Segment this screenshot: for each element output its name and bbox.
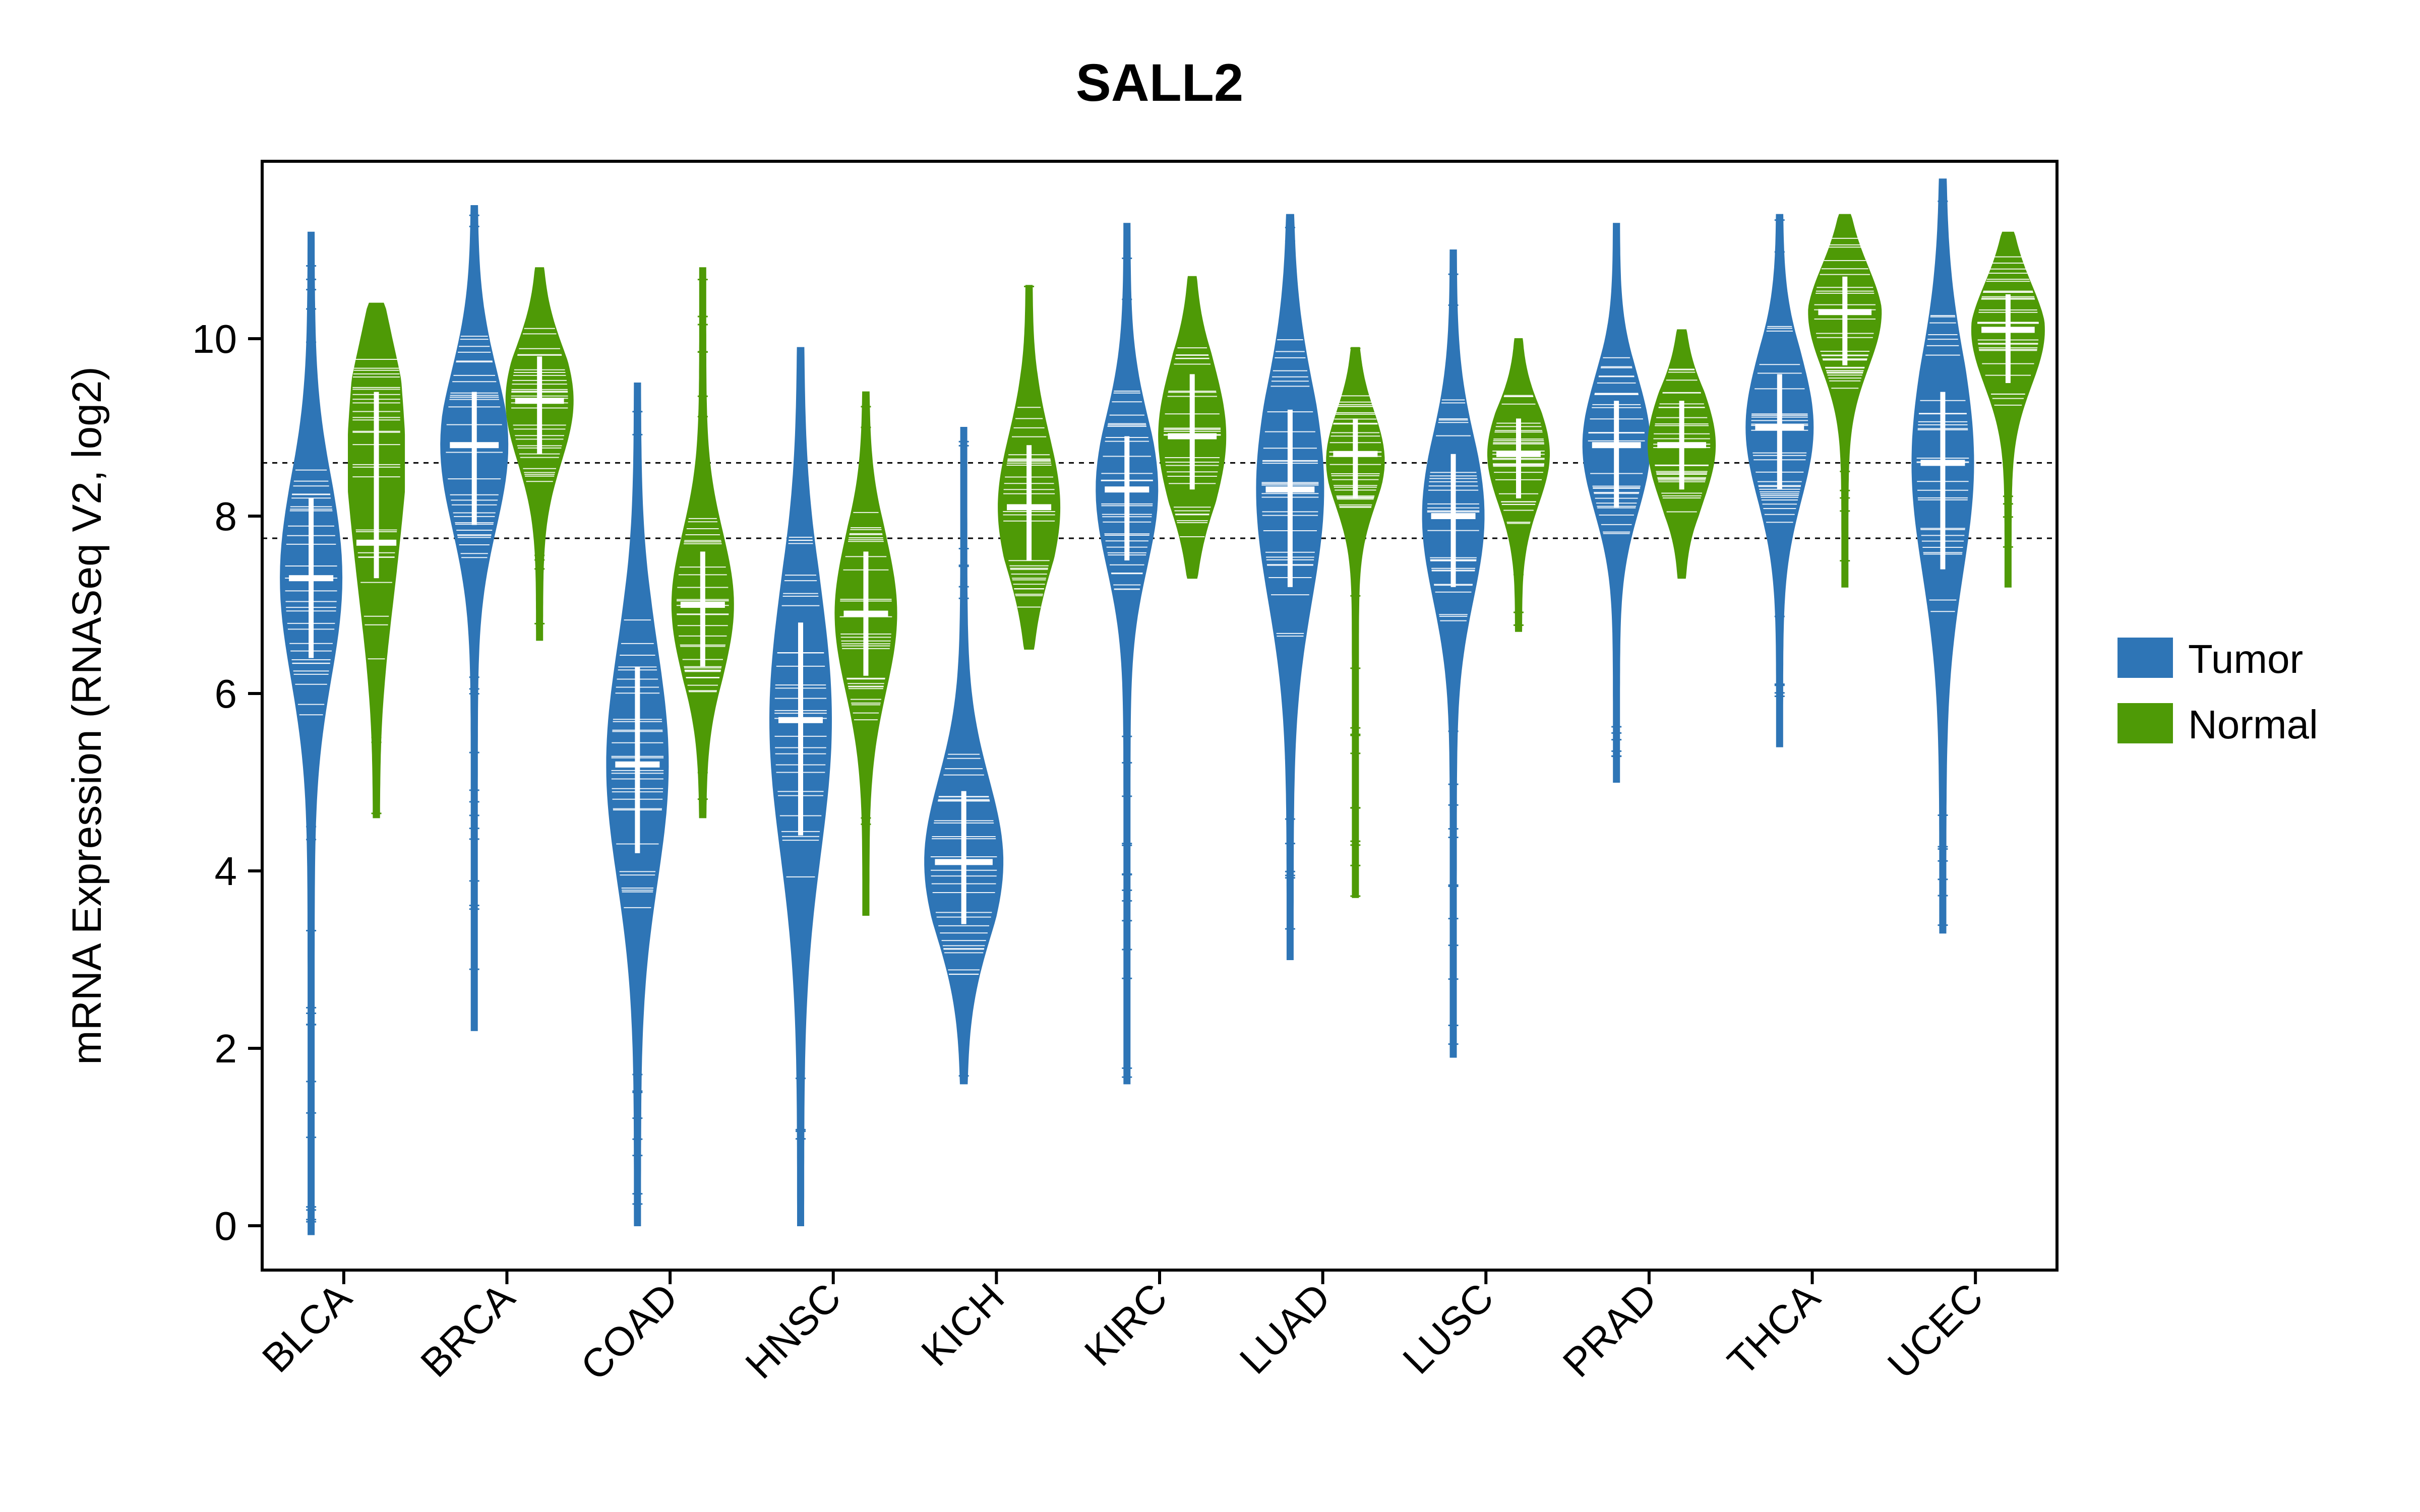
- violin-iqr-box: [1353, 418, 1358, 498]
- page: { "chart_data": { "type": "violin", "tit…: [0, 0, 2420, 1512]
- y-tick-label: 4: [215, 849, 237, 894]
- y-tick-label: 10: [192, 317, 237, 361]
- legend-label: Tumor: [2188, 637, 2303, 681]
- violin-median: [356, 540, 396, 546]
- violin-median: [1592, 442, 1641, 448]
- violin-chart: SALL27.758.60246810mRNA Expression (RNAS…: [0, 0, 2420, 1512]
- y-tick-label: 2: [215, 1026, 237, 1071]
- y-tick-label: 8: [215, 494, 237, 539]
- violin-iqr-box: [635, 667, 640, 853]
- violin-iqr-box: [1451, 454, 1456, 587]
- y-tick-label: 0: [215, 1204, 237, 1248]
- violin-median: [1168, 433, 1217, 439]
- violin-iqr-box: [798, 622, 803, 835]
- violin-iqr-box: [2006, 294, 2011, 383]
- x-tick-label: LUAD: [1231, 1275, 1339, 1382]
- y-axis-label: mRNA Expression (RNASeq V2, log2): [64, 366, 110, 1064]
- chart-title: SALL2: [1076, 53, 1244, 112]
- violin-median: [1265, 486, 1314, 492]
- x-tick-label: BRCA: [412, 1275, 523, 1386]
- violin-iqr-box: [1288, 410, 1293, 587]
- violin-iqr-box: [700, 551, 705, 667]
- y-tick-label: 6: [215, 671, 237, 716]
- violin-median: [1007, 504, 1051, 510]
- violin-iqr-box: [961, 791, 966, 924]
- violin-iqr-box: [1842, 277, 1847, 365]
- violin-iqr-box: [1940, 392, 1945, 570]
- violin-median: [450, 442, 499, 448]
- x-tick-label: BLCA: [254, 1275, 360, 1381]
- x-tick-label: COAD: [572, 1275, 686, 1389]
- legend-swatch: [2118, 703, 2173, 743]
- x-tick-label: PRAD: [1554, 1275, 1665, 1385]
- violin-iqr-box: [1026, 445, 1032, 560]
- x-tick-label: LUSC: [1394, 1275, 1502, 1382]
- legend-swatch: [2118, 638, 2173, 678]
- violin-iqr-box: [1124, 436, 1129, 560]
- violin-median: [615, 762, 659, 768]
- violin-median: [843, 611, 888, 617]
- x-tick-label: UCEC: [1879, 1275, 1991, 1387]
- x-tick-label: THCA: [1719, 1275, 1829, 1384]
- violin-median: [1981, 327, 2035, 333]
- x-tick-label: KICH: [913, 1275, 1012, 1374]
- x-tick-label: KIRC: [1076, 1275, 1176, 1374]
- violin-median: [681, 602, 725, 608]
- legend-label: Normal: [2188, 702, 2318, 747]
- violin-median: [1105, 486, 1149, 492]
- violin-median: [935, 859, 992, 865]
- violin-median: [1431, 513, 1476, 519]
- violin-iqr-box: [1614, 401, 1619, 507]
- x-tick-label: HNSC: [737, 1275, 850, 1387]
